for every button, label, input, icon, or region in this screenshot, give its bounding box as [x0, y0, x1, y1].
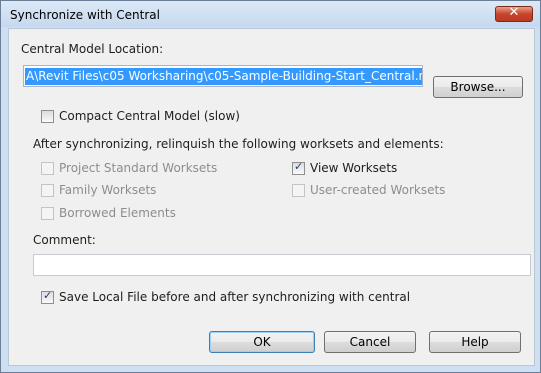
family-worksets-checkbox-row[interactable]: Family Worksets	[41, 182, 156, 198]
project-standard-checkbox-row[interactable]: Project Standard Worksets	[41, 160, 217, 176]
borrowed-elements-checkbox[interactable]	[41, 206, 54, 220]
browse-button[interactable]: Browse...	[433, 76, 523, 98]
relinquish-label: After synchronizing, relinquish the foll…	[33, 137, 444, 151]
family-worksets-label: Family Worksets	[59, 183, 157, 197]
family-worksets-checkbox[interactable]	[41, 183, 54, 197]
cancel-button[interactable]: Cancel	[324, 331, 416, 353]
compact-central-checkbox[interactable]	[41, 109, 54, 123]
title-bar[interactable]: Synchronize with Central ✕	[1, 1, 540, 27]
compact-central-checkbox-row[interactable]: Compact Central Model (slow)	[41, 108, 240, 124]
close-icon: ✕	[508, 5, 520, 20]
comment-label: Comment:	[33, 233, 96, 247]
user-created-checkbox-row[interactable]: User-created Worksets	[292, 182, 445, 198]
user-created-checkbox[interactable]	[292, 183, 305, 197]
help-button[interactable]: Help	[429, 331, 521, 353]
check-icon: ✓	[43, 288, 53, 302]
central-model-path-text: A\Revit Files\c05 Worksharing\c05-Sample…	[25, 68, 422, 85]
central-model-path-input[interactable]: A\Revit Files\c05 Worksharing\c05-Sample…	[23, 65, 423, 87]
view-worksets-checkbox[interactable]: ✓	[292, 159, 305, 175]
close-button[interactable]: ✕	[495, 5, 533, 22]
check-icon: ✓	[294, 159, 304, 173]
dialog-body: Central Model Location: A\Revit Files\c0…	[8, 28, 535, 366]
borrowed-elements-checkbox-row[interactable]: Borrowed Elements	[41, 205, 176, 221]
project-standard-label: Project Standard Worksets	[59, 161, 218, 175]
synchronize-dialog: Synchronize with Central ✕ Central Model…	[0, 0, 541, 373]
save-local-checkbox-row[interactable]: ✓ Save Local File before and after synch…	[41, 289, 410, 305]
save-local-checkbox[interactable]: ✓	[41, 288, 54, 304]
comment-input[interactable]	[33, 254, 531, 276]
central-model-label: Central Model Location:	[21, 42, 164, 56]
user-created-label: User-created Worksets	[310, 183, 446, 197]
compact-central-label: Compact Central Model (slow)	[59, 109, 240, 123]
view-worksets-label: View Worksets	[310, 161, 398, 175]
save-local-label: Save Local File before and after synchro…	[59, 290, 411, 304]
borrowed-elements-label: Borrowed Elements	[59, 206, 176, 220]
view-worksets-checkbox-row[interactable]: ✓ View Worksets	[292, 160, 397, 176]
project-standard-checkbox[interactable]	[41, 161, 54, 175]
dialog-title: Synchronize with Central	[10, 8, 160, 22]
ok-button[interactable]: OK	[209, 331, 315, 353]
